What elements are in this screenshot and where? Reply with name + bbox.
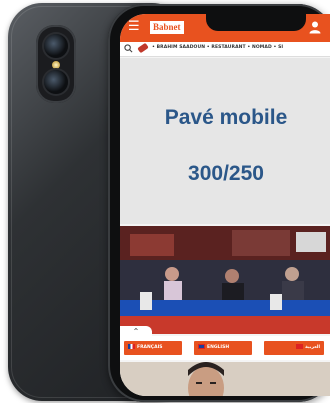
news-photo[interactable] [120,226,330,334]
site-logo[interactable]: Babnet [150,21,184,34]
language-button-ar[interactable]: العربية [264,341,324,355]
hamburger-icon[interactable]: ☰ [128,20,142,33]
camera-lens-icon [44,70,68,94]
camera-module [36,25,76,103]
ticker-text[interactable]: • BRAHIM SAADOUN • RESTAURANT • NOMAD • … [152,45,283,50]
language-button-en[interactable]: ENGLISH [194,341,252,355]
ad-placeholder: Pavé mobile 300/250 [120,58,330,224]
camera-lens-icon [44,34,68,58]
phone-screen: ☰ Babnet • BRAHIM SAADOUN • RESTAURANT •… [120,14,330,396]
language-bar: FRANÇAIS ENGLISH العربية [120,336,330,360]
user-icon[interactable] [308,20,322,34]
flash-icon [52,61,60,69]
notch [206,14,306,31]
flag-fr-icon [128,344,135,349]
flag-tn-icon [296,344,304,349]
language-button-fr[interactable]: FRANÇAIS [124,341,182,355]
language-label: العربية [305,345,320,350]
language-label: ENGLISH [207,345,230,350]
language-label: FRANÇAIS [137,345,163,350]
ad-size: 300/250 [188,162,264,185]
search-icon[interactable] [124,44,133,53]
news-photo-illustration [120,226,330,334]
ad-title: Pavé mobile [164,106,288,129]
news-ticker[interactable]: • BRAHIM SAADOUN • RESTAURANT • NOMAD • … [120,42,330,57]
video-thumbnail[interactable] [120,362,330,396]
tag-icon [137,42,149,54]
flag-uk-icon [198,344,205,349]
video-thumbnail-illustration [120,362,330,396]
phone-front: ☰ Babnet • BRAHIM SAADOUN • RESTAURANT •… [108,4,330,402]
